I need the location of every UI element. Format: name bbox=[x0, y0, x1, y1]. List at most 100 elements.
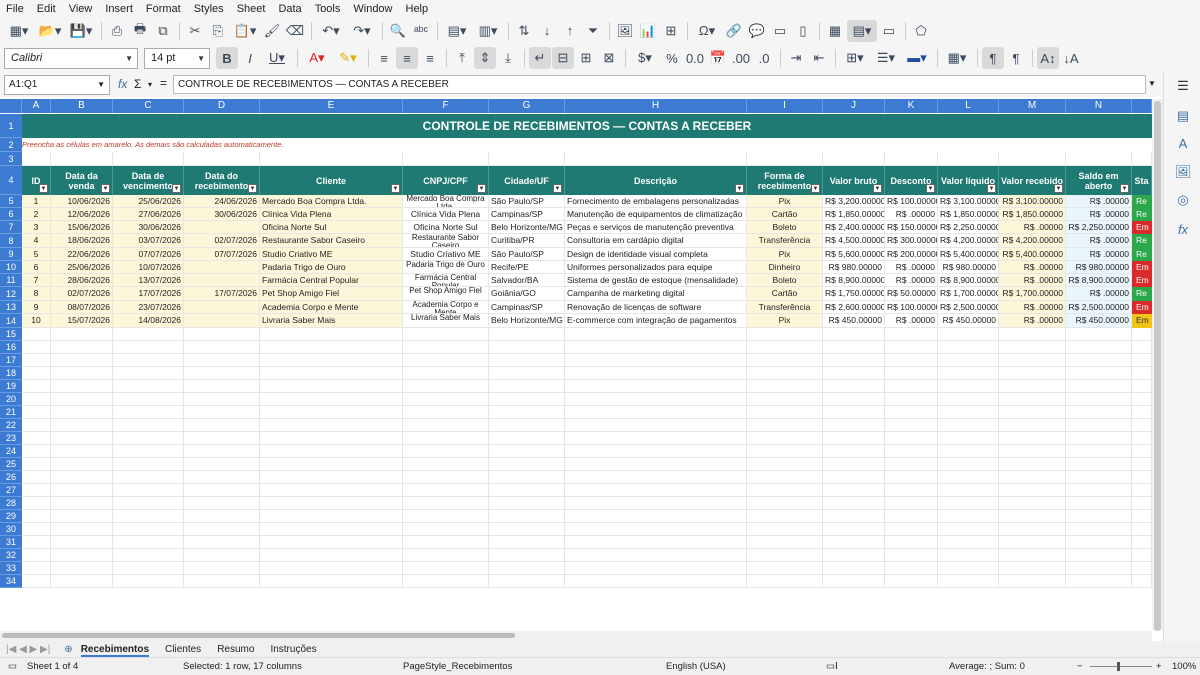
table-cell[interactable]: 02/07/2026 bbox=[184, 234, 260, 248]
table-cell[interactable]: 8 bbox=[22, 287, 51, 301]
empty-cell[interactable] bbox=[747, 432, 823, 445]
empty-cell[interactable] bbox=[113, 523, 184, 536]
empty-cell[interactable] bbox=[1066, 458, 1132, 471]
empty-cell[interactable] bbox=[51, 484, 113, 497]
empty-cell[interactable] bbox=[823, 367, 885, 380]
special-character-icon[interactable]: Ω▾ bbox=[692, 20, 722, 42]
empty-cell[interactable] bbox=[51, 549, 113, 562]
row-header[interactable]: 13 bbox=[0, 301, 22, 314]
empty-cell[interactable] bbox=[823, 380, 885, 393]
empty-cell[interactable] bbox=[823, 432, 885, 445]
empty-cell[interactable] bbox=[403, 549, 489, 562]
currency-format-icon[interactable]: $▾ bbox=[630, 47, 660, 69]
empty-cell[interactable] bbox=[51, 562, 113, 575]
empty-cell[interactable] bbox=[403, 471, 489, 484]
tab-nav-arrows-icon[interactable]: |◀ ◀ ▶ ▶| bbox=[6, 644, 50, 655]
empty-cell[interactable] bbox=[938, 523, 999, 536]
table-cell[interactable]: R$ .00000 bbox=[999, 261, 1066, 274]
conditional-format-icon[interactable]: ▦▾ bbox=[942, 47, 972, 69]
table-cell[interactable]: R$ 2,400.00000 bbox=[823, 221, 885, 234]
empty-cell[interactable] bbox=[747, 367, 823, 380]
empty-cell[interactable] bbox=[999, 575, 1066, 588]
empty-cell[interactable] bbox=[403, 328, 489, 341]
table-cell[interactable]: 22/06/2026 bbox=[51, 248, 113, 261]
empty-cell[interactable] bbox=[260, 419, 403, 432]
empty-cell[interactable] bbox=[823, 523, 885, 536]
empty-cell[interactable] bbox=[184, 380, 260, 393]
empty-cell[interactable] bbox=[938, 536, 999, 549]
empty-cell[interactable] bbox=[999, 152, 1066, 166]
empty-cell[interactable] bbox=[51, 471, 113, 484]
filter-dropdown-icon[interactable]: ▼ bbox=[172, 184, 181, 193]
zoom-in-icon[interactable]: + bbox=[1156, 661, 1162, 672]
table-cell[interactable]: Oficina Norte Sul bbox=[403, 221, 489, 234]
empty-cell[interactable] bbox=[1132, 497, 1152, 510]
table-cell[interactable]: 17/07/2026 bbox=[184, 287, 260, 301]
empty-cell[interactable] bbox=[938, 380, 999, 393]
empty-cell[interactable] bbox=[1066, 471, 1132, 484]
empty-cell[interactable] bbox=[565, 510, 747, 523]
table-cell[interactable]: Oficina Norte Sul bbox=[260, 221, 403, 234]
empty-cell[interactable] bbox=[747, 406, 823, 419]
row-header[interactable]: 5 bbox=[0, 195, 22, 208]
table-cell[interactable]: R$ 2,600.00000 bbox=[823, 301, 885, 314]
empty-cell[interactable] bbox=[823, 575, 885, 588]
empty-cell[interactable] bbox=[22, 341, 51, 354]
table-cell[interactable]: R$ 5,400.00000 bbox=[999, 248, 1066, 261]
empty-cell[interactable] bbox=[999, 419, 1066, 432]
table-cell[interactable]: 07/07/2026 bbox=[184, 248, 260, 261]
empty-cell[interactable] bbox=[885, 523, 938, 536]
table-cell[interactable]: R$ 8,900.00000 bbox=[938, 274, 999, 287]
table-cell[interactable]: R$ 100.00000 bbox=[885, 195, 938, 208]
table-cell[interactable]: R$ 450.00000 bbox=[823, 314, 885, 328]
empty-cell[interactable] bbox=[938, 484, 999, 497]
add-sheet-icon[interactable]: ⊕ bbox=[64, 644, 72, 655]
spreadsheet-grid[interactable]: A B C D E F G H I J K L M N 1 2 3 4 5 6 7 8 9 10 11 12 13 14 15 16 17 1… bbox=[0, 99, 1152, 630]
filter-dropdown-icon[interactable]: ▼ bbox=[101, 184, 110, 193]
empty-cell[interactable] bbox=[489, 341, 565, 354]
empty-cell[interactable] bbox=[113, 393, 184, 406]
table-cell[interactable]: 3 bbox=[22, 221, 51, 234]
empty-cell[interactable] bbox=[565, 484, 747, 497]
sheet-tab[interactable]: Recebimentos bbox=[80, 643, 150, 657]
table-cell[interactable]: Restaurante Sabor Caseiro bbox=[403, 234, 489, 248]
empty-cell[interactable] bbox=[747, 445, 823, 458]
empty-cell[interactable] bbox=[260, 458, 403, 471]
empty-cell[interactable] bbox=[260, 549, 403, 562]
empty-cell[interactable] bbox=[1066, 523, 1132, 536]
empty-cell[interactable] bbox=[1132, 152, 1152, 166]
row-header[interactable]: 33 bbox=[0, 562, 22, 575]
spellcheck-icon[interactable]: ᵃᵇᶜ bbox=[410, 20, 432, 42]
sheet-tab[interactable]: Resumo bbox=[217, 644, 254, 655]
empty-cell[interactable] bbox=[1132, 406, 1152, 419]
empty-cell[interactable] bbox=[489, 380, 565, 393]
table-cell[interactable] bbox=[184, 314, 260, 328]
table-cell[interactable] bbox=[184, 274, 260, 287]
table-cell[interactable]: Academia Corpo e Mente bbox=[403, 301, 489, 314]
empty-cell[interactable] bbox=[113, 471, 184, 484]
status-calc[interactable]: Average: ; Sum: 0 bbox=[949, 661, 1025, 672]
empty-cell[interactable] bbox=[260, 497, 403, 510]
empty-cell[interactable] bbox=[113, 549, 184, 562]
row-header[interactable]: 17 bbox=[0, 354, 22, 367]
table-cell[interactable]: 02/07/2026 bbox=[51, 287, 113, 301]
empty-cell[interactable] bbox=[489, 393, 565, 406]
empty-cell[interactable] bbox=[22, 471, 51, 484]
empty-cell[interactable] bbox=[938, 406, 999, 419]
empty-cell[interactable] bbox=[823, 341, 885, 354]
table-cell[interactable]: Clínica Vida Plena bbox=[403, 208, 489, 221]
empty-cell[interactable] bbox=[184, 549, 260, 562]
empty-cell[interactable] bbox=[885, 471, 938, 484]
zoom-slider[interactable] bbox=[1090, 666, 1152, 667]
empty-cell[interactable] bbox=[999, 523, 1066, 536]
empty-cell[interactable] bbox=[403, 432, 489, 445]
empty-cell[interactable] bbox=[565, 536, 747, 549]
empty-cell[interactable] bbox=[51, 458, 113, 471]
table-cell[interactable]: R$ 2,250.00000 bbox=[938, 221, 999, 234]
column-header[interactable]: L bbox=[938, 99, 999, 113]
empty-cell[interactable] bbox=[260, 393, 403, 406]
filter-dropdown-icon[interactable]: ▼ bbox=[39, 184, 48, 193]
table-cell[interactable]: Livraria Saber Mais bbox=[260, 314, 403, 328]
empty-cell[interactable] bbox=[113, 458, 184, 471]
empty-cell[interactable] bbox=[1132, 419, 1152, 432]
